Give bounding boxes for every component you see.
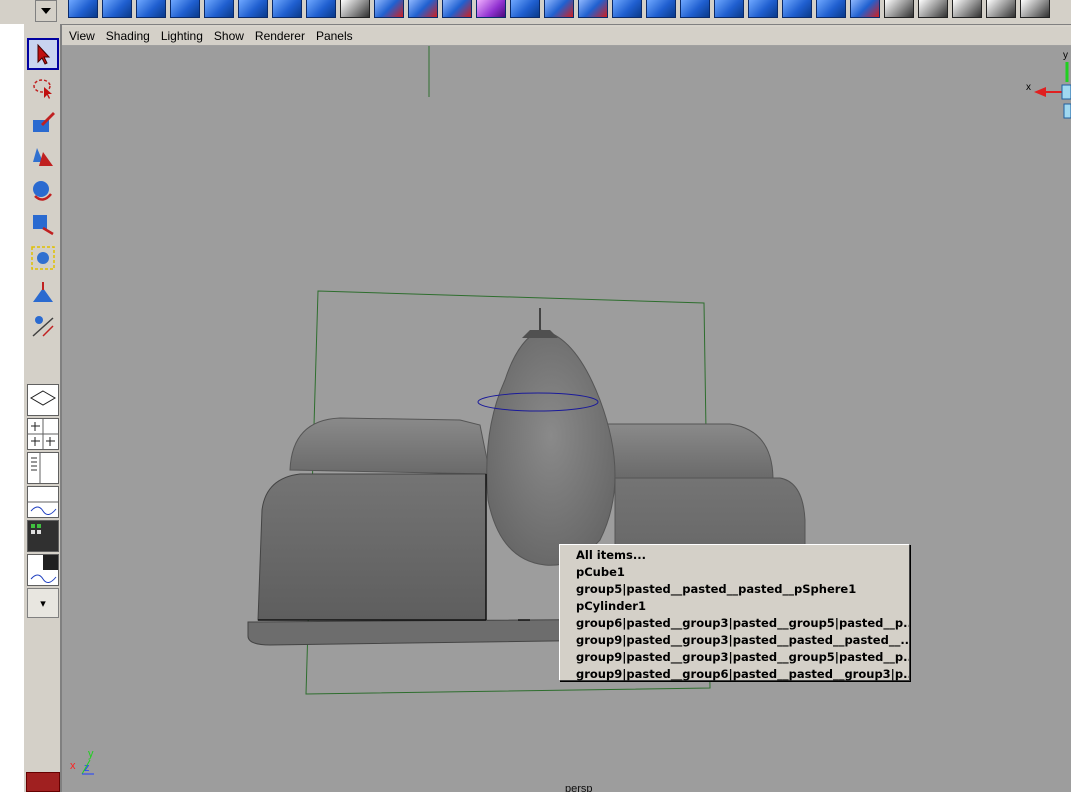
axis-y-label: y bbox=[88, 748, 94, 760]
soft-modification-tool[interactable] bbox=[27, 276, 59, 308]
back-cushion-right bbox=[599, 423, 774, 479]
select-tool-icon bbox=[37, 43, 51, 65]
hypershade-layout-icon bbox=[31, 524, 41, 534]
select-tool[interactable] bbox=[27, 38, 59, 70]
fill-hole-shelf-icon[interactable] bbox=[680, 0, 710, 18]
manipulator-tool-icon bbox=[31, 246, 55, 270]
append-poly-shelf-icon[interactable] bbox=[646, 0, 676, 18]
layout-expand-button[interactable]: ▾ bbox=[27, 588, 59, 618]
back-cushion-left bbox=[289, 417, 491, 475]
axis-indicator: y x z bbox=[70, 748, 94, 775]
scale-tool-icon bbox=[33, 215, 54, 236]
smooth-shelf-icon[interactable] bbox=[476, 0, 506, 18]
chevron-down-icon: ▾ bbox=[40, 597, 46, 610]
view-cube-x-label: x bbox=[1026, 82, 1031, 93]
uv-checker-shelf-icon[interactable] bbox=[918, 0, 948, 18]
axis-z-label: z bbox=[84, 762, 90, 774]
view-axis-cube[interactable]: y x bbox=[1026, 46, 1071, 126]
poly-plane-shelf-icon[interactable] bbox=[204, 0, 234, 18]
soft-mod-tool-icon bbox=[33, 282, 53, 302]
popup-item-group9-c[interactable]: group9|pasted__group6|pasted__pasted__gr… bbox=[560, 666, 909, 683]
quadrangulate-shelf-icon[interactable] bbox=[884, 0, 914, 18]
front-body-left bbox=[257, 473, 487, 621]
outliner-layout-icon bbox=[31, 453, 41, 483]
poly-cone-shelf-icon[interactable] bbox=[170, 0, 200, 18]
last-tool-icon bbox=[32, 316, 54, 337]
merge-shelf-icon[interactable] bbox=[714, 0, 744, 18]
sphere-object bbox=[486, 329, 616, 566]
four-view-icon bbox=[28, 419, 58, 449]
combined-layout-icon bbox=[30, 555, 58, 583]
object-selection-popup: All items... pCube1 group5|pasted__paste… bbox=[559, 544, 910, 681]
four-view-layout-button[interactable] bbox=[27, 418, 59, 450]
poly-cylinder-shelf-icon[interactable] bbox=[136, 0, 166, 18]
move-tool-icon bbox=[33, 148, 53, 166]
popup-item-group9-a[interactable]: group9|pasted__group3|pasted__pasted__pa… bbox=[560, 632, 909, 649]
bridge-shelf-icon[interactable] bbox=[612, 0, 642, 18]
menu-shading[interactable]: Shading bbox=[102, 29, 154, 43]
popup-item-pcube1[interactable]: pCube1 bbox=[560, 564, 909, 581]
menu-renderer[interactable]: Renderer bbox=[251, 29, 309, 43]
view-cube-face bbox=[1061, 84, 1071, 100]
view-cube-x-arrow bbox=[1034, 87, 1046, 97]
last-tool[interactable] bbox=[27, 310, 59, 342]
popup-item-pcylinder1[interactable]: pCylinder1 bbox=[560, 598, 909, 615]
persp-outliner-layout-button[interactable] bbox=[27, 452, 59, 484]
viewport-menu-bar: View Shading Lighting Show Renderer Pane… bbox=[62, 27, 1071, 46]
popup-item-group6[interactable]: group6|pasted__group3|pasted__group5|pas… bbox=[560, 615, 909, 632]
mirror-shelf-icon[interactable] bbox=[816, 0, 846, 18]
lasso-tool-icon bbox=[33, 79, 52, 99]
hypershade-layout-button[interactable] bbox=[27, 520, 59, 552]
rotate-tool[interactable] bbox=[27, 174, 59, 206]
poly-helix-shelf-icon[interactable] bbox=[340, 0, 370, 18]
maya-logo-icon bbox=[26, 772, 60, 792]
collapse-shelf-icon[interactable] bbox=[748, 0, 778, 18]
persp-graph-layout-button[interactable] bbox=[27, 486, 59, 518]
poly-cube-shelf-icon[interactable] bbox=[102, 0, 132, 18]
uv-editor-shelf-icon[interactable] bbox=[952, 0, 982, 18]
menu-view[interactable]: View bbox=[65, 29, 99, 43]
rotate-tool-icon bbox=[33, 181, 52, 201]
triangulate-shelf-icon[interactable] bbox=[850, 0, 880, 18]
perspective-view-icon bbox=[30, 390, 56, 406]
move-tool[interactable] bbox=[27, 140, 59, 172]
scale-tool[interactable] bbox=[27, 208, 59, 240]
extrude-shelf-icon[interactable] bbox=[510, 0, 540, 18]
lasso-tool[interactable] bbox=[27, 72, 59, 104]
menu-lighting[interactable]: Lighting bbox=[157, 29, 207, 43]
cut-faces-shelf-icon[interactable] bbox=[782, 0, 812, 18]
left-margin bbox=[0, 24, 24, 792]
shelf-menu-dropdown[interactable] bbox=[35, 0, 57, 22]
popup-item-all[interactable]: All items... bbox=[560, 547, 909, 564]
split-poly-shelf-icon[interactable] bbox=[544, 0, 574, 18]
paint-select-tool[interactable] bbox=[27, 106, 59, 138]
separate-shelf-icon[interactable] bbox=[408, 0, 438, 18]
bevel-shelf-icon[interactable] bbox=[578, 0, 608, 18]
poly-pipe-shelf-icon[interactable] bbox=[306, 0, 336, 18]
popup-item-group9-b[interactable]: group9|pasted__group3|pasted__group5|pas… bbox=[560, 649, 909, 666]
boolean-shelf-icon[interactable] bbox=[442, 0, 472, 18]
graph-layout-icon bbox=[28, 501, 58, 515]
combine-shelf-icon[interactable] bbox=[374, 0, 404, 18]
poly-torus-shelf-icon[interactable] bbox=[238, 0, 268, 18]
poly-sphere-shelf-icon[interactable] bbox=[68, 0, 98, 18]
uv-layout-shelf-icon[interactable] bbox=[986, 0, 1016, 18]
menu-show[interactable]: Show bbox=[210, 29, 248, 43]
menu-panels[interactable]: Panels bbox=[312, 29, 357, 43]
toolbox: ▾ bbox=[24, 24, 62, 792]
shelf-bar bbox=[0, 0, 1071, 25]
popup-item-psphere[interactable]: group5|pasted__pasted__pasted__pSphere1 bbox=[560, 581, 909, 598]
sphere-cap bbox=[522, 330, 558, 338]
uv-unfold-shelf-icon[interactable] bbox=[1020, 0, 1050, 18]
paint-select-tool-icon bbox=[33, 112, 55, 132]
axis-x-label: x bbox=[70, 760, 76, 772]
single-perspective-layout-button[interactable] bbox=[27, 384, 59, 416]
camera-name-label: persp bbox=[565, 783, 593, 792]
poly-prism-shelf-icon[interactable] bbox=[272, 0, 302, 18]
view-cube-y-label: y bbox=[1063, 50, 1068, 61]
persp-hypershade-layout-button[interactable] bbox=[27, 554, 59, 586]
universal-manipulator-tool[interactable] bbox=[27, 242, 59, 274]
